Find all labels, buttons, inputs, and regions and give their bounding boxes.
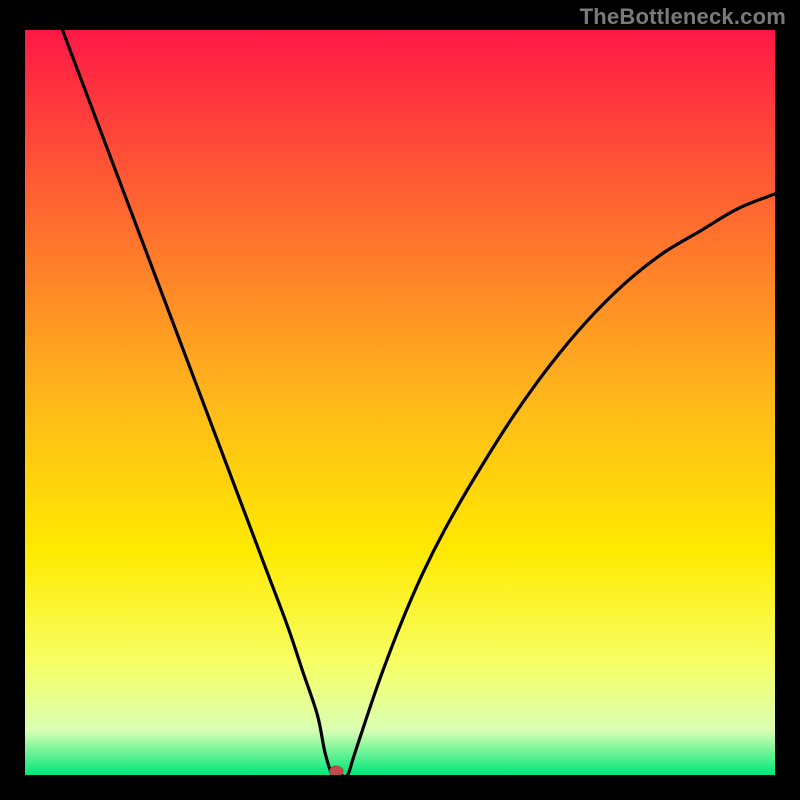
gradient-background bbox=[25, 30, 775, 775]
watermark: TheBottleneck.com bbox=[580, 4, 786, 30]
chart-svg bbox=[0, 0, 800, 800]
chart-container: TheBottleneck.com bbox=[0, 0, 800, 800]
bottleneck-chart bbox=[0, 0, 800, 800]
